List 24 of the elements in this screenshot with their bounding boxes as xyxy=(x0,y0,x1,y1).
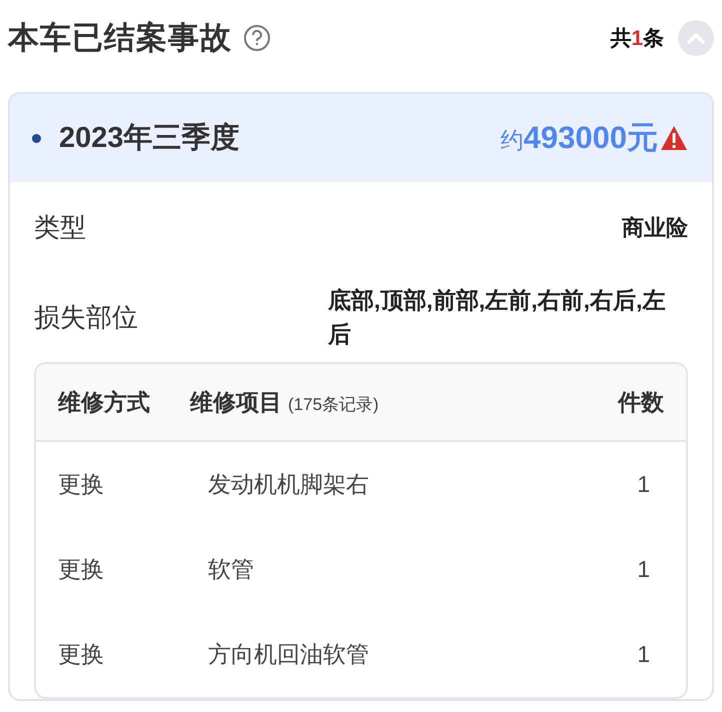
table-cell-text: 更换 xyxy=(58,470,105,499)
table-cell-text: 更换 xyxy=(58,555,105,584)
table-cell-text: 1 xyxy=(636,471,651,498)
table-cell-text: 1 xyxy=(636,641,651,668)
section-title: 本车已结案事故 xyxy=(8,19,232,57)
detail-label: 类型 xyxy=(34,210,86,244)
table-cell-text: 方向机回油软管 xyxy=(208,640,370,669)
detail-value: 商业险 xyxy=(622,214,688,242)
column-header: 维修项目 xyxy=(190,388,282,416)
detail-value: 底部,顶部,前部,左前,右前,右后,左后 xyxy=(328,286,666,349)
detail-label: 损失部位 xyxy=(34,300,138,334)
table-cell-text: 软管 xyxy=(208,555,255,584)
table-cell-text: 发动机机脚架右 xyxy=(208,470,370,499)
table-cell-text: 1 xyxy=(636,556,651,583)
record-count: 共1条 xyxy=(610,26,664,52)
column-header: 件数 xyxy=(616,388,664,416)
column-header: 维修方式 xyxy=(58,388,151,416)
bullet-icon xyxy=(32,134,41,142)
table-cell-text: 更换 xyxy=(58,640,105,669)
loss-amount: 约493000元 xyxy=(500,119,658,157)
record-count-note: (175条记录) xyxy=(288,394,379,416)
help-icon[interactable] xyxy=(244,25,270,51)
accident-period: 2023年三季度 xyxy=(59,120,240,156)
chevron-up-icon xyxy=(687,32,705,44)
